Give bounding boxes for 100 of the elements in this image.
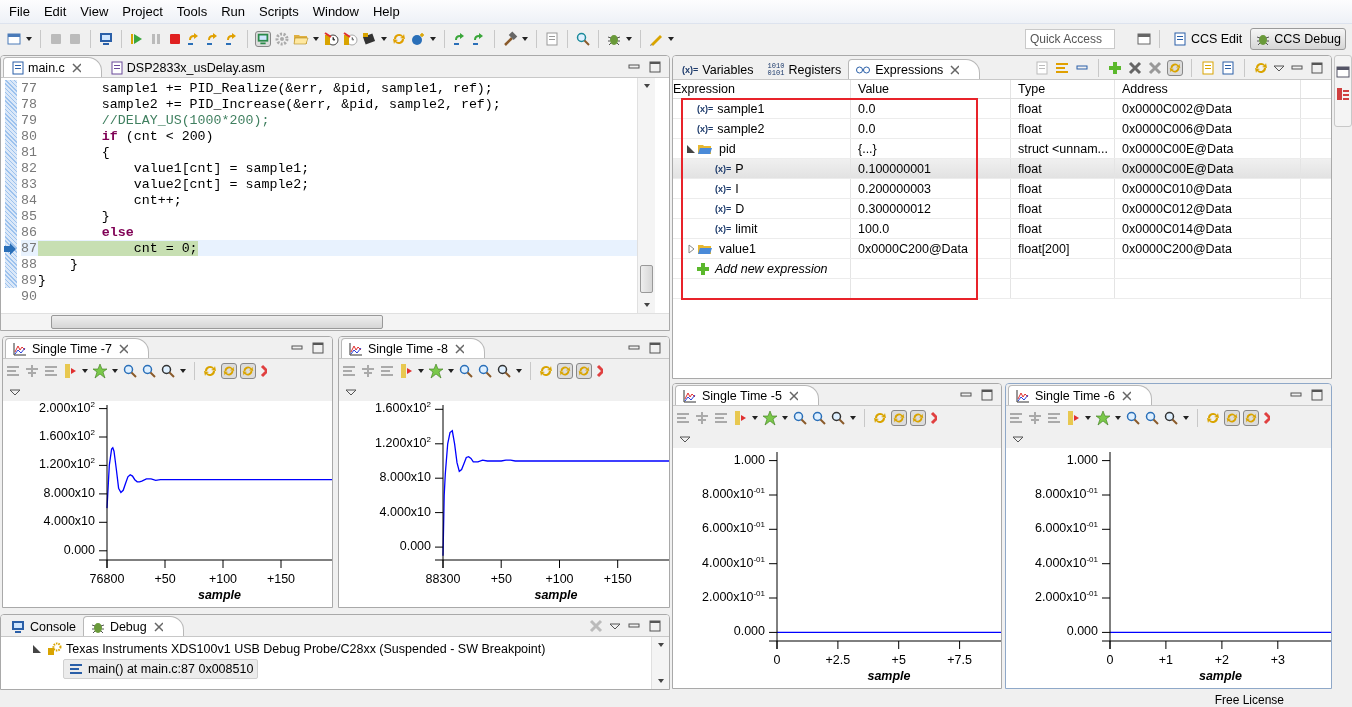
window-icon[interactable]	[1335, 64, 1351, 80]
menu-item[interactable]: Edit	[36, 4, 74, 19]
column-header[interactable]: Expression	[673, 80, 851, 98]
star-icon[interactable]	[762, 410, 778, 426]
expression-name: pid	[719, 141, 736, 156]
scrollbar[interactable]	[651, 637, 669, 689]
tab[interactable]: DSP2833x_usDelay.asm	[101, 57, 272, 77]
refresh-icon[interactable]	[240, 363, 256, 379]
expression-row[interactable]: (x)= limit 100.0 float 0x0000C014@Data	[673, 219, 1331, 239]
remove-all-icon[interactable]	[1147, 59, 1163, 76]
open-perspective-icon[interactable]	[1135, 30, 1152, 47]
refresh-icon[interactable]	[891, 410, 907, 426]
clock-icon[interactable]	[323, 30, 339, 47]
column-header[interactable]: Type	[1011, 80, 1115, 98]
expression-row[interactable]: (x)= D 0.300000012 float 0x0000C012@Data	[673, 199, 1331, 219]
zoom-out-icon[interactable]	[811, 410, 827, 426]
star-icon[interactable]	[1095, 410, 1111, 426]
menu-item[interactable]: File	[2, 4, 37, 19]
refresh-icon[interactable]	[1224, 410, 1240, 426]
refresh-icon[interactable]	[576, 363, 592, 379]
menu-item[interactable]: Run	[214, 4, 252, 19]
scrollbar[interactable]	[1, 313, 669, 330]
variable-icon: (x)=	[715, 183, 732, 194]
maximize-icon[interactable]	[1309, 59, 1325, 76]
line-number: 83	[21, 176, 38, 192]
tab[interactable]: main.c	[3, 57, 102, 77]
zoom-fit-icon[interactable]	[830, 410, 846, 426]
tree-item[interactable]: main() at main.c:87 0x008510	[63, 659, 259, 679]
column-header[interactable]: Address	[1115, 80, 1301, 98]
tab[interactable]: Single Time -8	[341, 338, 485, 358]
zoom-out-icon[interactable]	[477, 363, 493, 379]
tree-item[interactable]: Texas Instruments XDS100v1 USB Debug Probe/C28xx (Suspended - SW Breakpoint)	[41, 639, 551, 659]
column-header[interactable]: Value	[851, 80, 1011, 98]
variable-icon: (x)=	[697, 103, 714, 114]
zoom-in-icon[interactable]	[122, 363, 138, 379]
axis-tick-label: 8.000x10$^{-01}$	[1035, 486, 1098, 501]
star-icon[interactable]	[428, 363, 444, 379]
perspective-button[interactable]: CCS Edit	[1166, 27, 1248, 50]
menu-item[interactable]: Tools	[169, 4, 215, 19]
tab[interactable]: Debug	[82, 616, 184, 636]
hammer-icon[interactable]	[502, 30, 518, 47]
ruler-icon[interactable]	[398, 363, 414, 379]
refresh-icon[interactable]	[1243, 410, 1259, 426]
menu-item[interactable]: Scripts	[252, 4, 306, 19]
maximize-icon[interactable]	[647, 339, 663, 356]
maximize-icon[interactable]	[979, 386, 995, 403]
maximize-icon[interactable]	[647, 58, 663, 75]
zoom-in-icon[interactable]	[792, 410, 808, 426]
tab[interactable]: Single Time -7	[5, 338, 149, 358]
maximize-icon[interactable]	[647, 617, 663, 634]
zoom-fit-icon[interactable]	[1163, 410, 1179, 426]
zoom-out-icon[interactable]	[141, 363, 157, 379]
star-icon[interactable]	[92, 363, 108, 379]
search-icon[interactable]	[575, 30, 591, 47]
tab[interactable]: Single Time -5	[675, 385, 819, 405]
maximize-icon[interactable]	[310, 339, 326, 356]
refresh-icon[interactable]	[910, 410, 926, 426]
tab[interactable]: (x)= Variables	[675, 59, 761, 79]
zoom-in-icon[interactable]	[1125, 410, 1141, 426]
scroll-thumb[interactable]	[640, 265, 653, 293]
expression-row[interactable]: (x)= sample2 0.0 float 0x0000C006@Data	[673, 119, 1331, 139]
tab[interactable]: Expressions	[848, 59, 981, 79]
tab[interactable]: Console	[3, 616, 83, 636]
refresh-icon[interactable]	[1167, 59, 1183, 76]
refresh-icon[interactable]	[557, 363, 573, 379]
menu-item[interactable]: Project	[115, 4, 170, 19]
ruler-icon[interactable]	[1065, 410, 1081, 426]
quick-access-field[interactable]: Quick Access	[1024, 28, 1115, 49]
table-cell: 0x0000C200@Data	[1115, 239, 1301, 258]
clock-icon[interactable]	[342, 30, 358, 47]
expression-row[interactable]: (x)= sample1 0.0 float 0x0000C002@Data	[673, 99, 1331, 119]
chart-icon	[1015, 387, 1031, 404]
monitor-icon[interactable]	[98, 30, 114, 47]
menu-item[interactable]: View	[73, 4, 116, 19]
perspective-button[interactable]: CCS Debug	[1250, 27, 1346, 50]
zoom-fit-icon[interactable]	[160, 363, 176, 379]
refresh-icon[interactable]	[221, 363, 237, 379]
scroll-thumb[interactable]	[51, 315, 383, 329]
maximize-icon[interactable]	[1309, 386, 1325, 403]
ruler-icon[interactable]	[732, 410, 748, 426]
add-expression-link[interactable]: Add new expression	[715, 261, 828, 276]
table-cell: 0.0	[851, 99, 1011, 118]
expression-row[interactable]: (x)= I 0.200000003 float 0x0000C010@Data	[673, 179, 1331, 199]
menu-item[interactable]: Window	[305, 4, 366, 19]
connect-icon[interactable]	[255, 30, 271, 47]
remove-icon[interactable]	[1127, 59, 1143, 76]
tab[interactable]: Single Time -6	[1008, 385, 1152, 405]
table-cell: 0x0000C012@Data	[1115, 199, 1301, 218]
axis-tick-label: 8.000x10	[43, 485, 95, 500]
zoom-fit-icon[interactable]	[496, 363, 512, 379]
breakpoint-view-icon[interactable]	[1335, 86, 1351, 102]
zoom-in-icon[interactable]	[458, 363, 474, 379]
ruler-icon[interactable]	[62, 363, 78, 379]
expression-row[interactable]: value1 0x0000C200@Data float[200] 0x0000C200@Data	[673, 239, 1331, 259]
menu-item[interactable]: Help	[366, 4, 407, 19]
expression-row[interactable]: (x)= P 0.100000001 float 0x0000C00E@Data	[673, 159, 1331, 179]
scrollbar[interactable]	[637, 78, 655, 313]
new-window-icon[interactable]	[6, 30, 22, 47]
ball-icon[interactable]	[410, 30, 426, 47]
zoom-out-icon[interactable]	[1144, 410, 1160, 426]
